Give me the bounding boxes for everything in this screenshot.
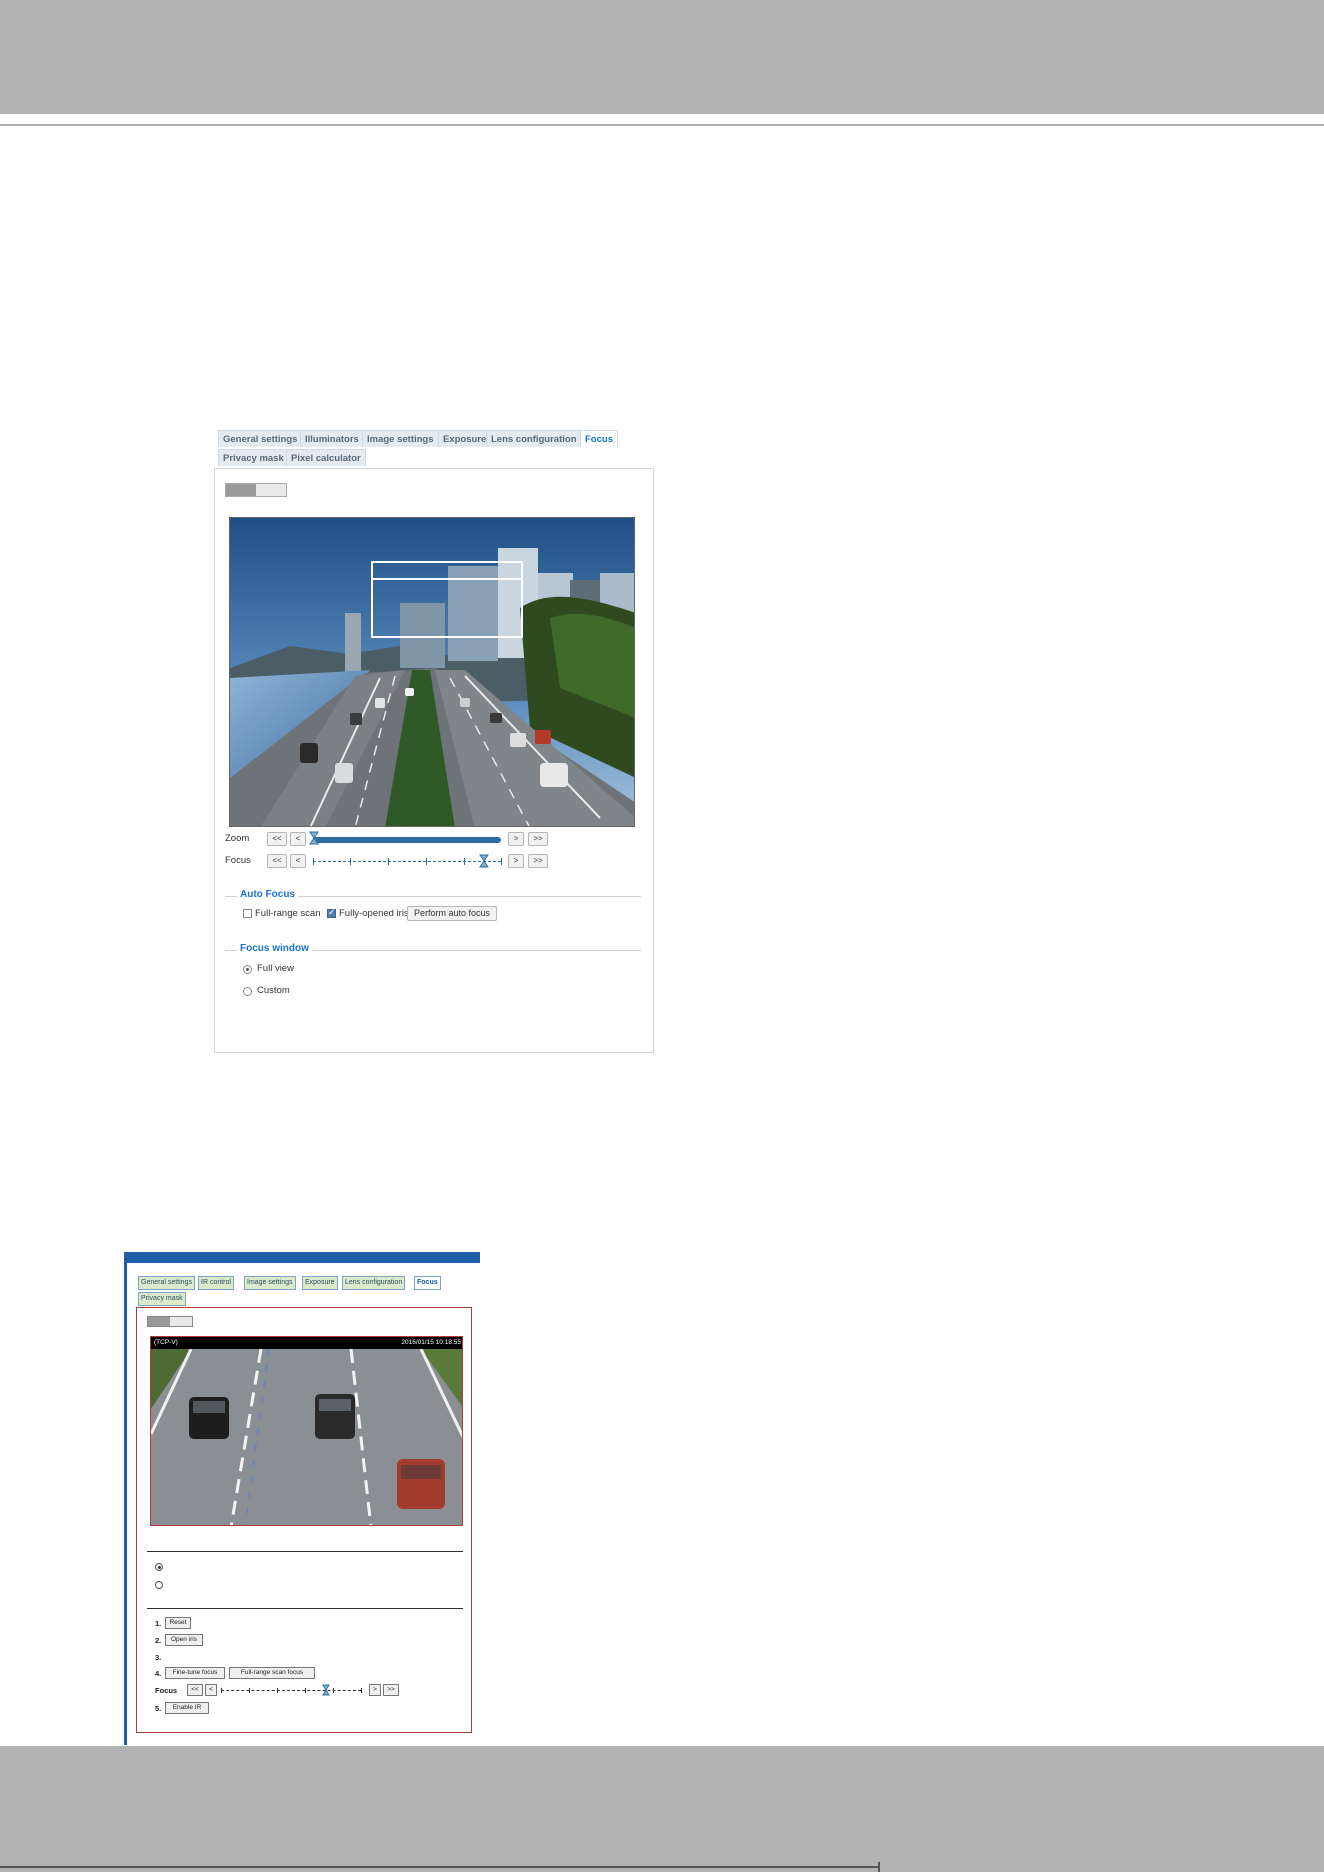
focus-slider[interactable] bbox=[221, 1690, 361, 1691]
custom-label: Custom bbox=[257, 985, 290, 996]
focus-panel: (TCP-V) 2016/01/15 10:18:55 1. Reset 2. … bbox=[136, 1307, 472, 1733]
stream-toggle[interactable] bbox=[225, 483, 287, 497]
page-footer bbox=[0, 1746, 1324, 1872]
fully-opened-iris-checkbox[interactable] bbox=[327, 907, 336, 918]
full-range-scan-focus-button[interactable]: Full-range scan focus bbox=[229, 1667, 315, 1679]
focus-window-divider bbox=[147, 1551, 463, 1552]
stream-1-button[interactable] bbox=[148, 1317, 170, 1326]
step-3-number: 3. bbox=[155, 1653, 162, 1662]
focus-settings-screenshot-2: General settings IR control Image settin… bbox=[124, 1252, 480, 1745]
fig2-title-bar bbox=[127, 1252, 480, 1263]
tab-image-settings[interactable]: Image settings bbox=[244, 1276, 296, 1290]
step-4-number: 4. bbox=[155, 1669, 162, 1678]
focus-far-button[interactable]: > bbox=[508, 854, 524, 868]
focus-tick bbox=[305, 1688, 306, 1693]
live-video-view[interactable]: (TCP-V) 2016/01/15 10:18:55 bbox=[150, 1336, 463, 1526]
focus-label: Focus bbox=[155, 1686, 178, 1695]
stream-toggle[interactable] bbox=[147, 1316, 193, 1327]
focus-tick bbox=[313, 858, 314, 865]
header-rule bbox=[0, 124, 1324, 126]
live-video-view[interactable] bbox=[229, 517, 635, 827]
fig2-left-border bbox=[124, 1252, 127, 1745]
tab-lens-configuration[interactable]: Lens configuration bbox=[342, 1276, 406, 1290]
tab-image-settings[interactable]: Image settings bbox=[362, 430, 439, 447]
zoom-slider[interactable] bbox=[313, 837, 501, 843]
custom-radio[interactable] bbox=[243, 987, 252, 996]
full-range-scan-checkbox[interactable] bbox=[243, 909, 252, 918]
video-overlay-protocol: (TCP-V) bbox=[154, 1339, 178, 1346]
zoom-tele-far-button[interactable]: >> bbox=[528, 832, 548, 846]
tab-general-settings[interactable]: General settings bbox=[218, 430, 303, 447]
tab-exposure[interactable]: Exposure bbox=[302, 1276, 338, 1290]
auto-focus-title: Auto Focus bbox=[237, 889, 298, 900]
focus-near-button[interactable]: < bbox=[290, 854, 306, 868]
focus-panel: Zoom << < > >> Focus << < > >> Auto Focu… bbox=[214, 468, 654, 1053]
focus-near-far-button[interactable]: << bbox=[267, 854, 287, 868]
tab-illuminators[interactable]: Illuminators bbox=[300, 430, 364, 447]
tab-general-settings[interactable]: General settings bbox=[138, 1276, 195, 1290]
focus-tick bbox=[221, 1688, 222, 1693]
focus-tick bbox=[464, 858, 465, 865]
focus-window-divider bbox=[371, 578, 523, 580]
zoom-slider-thumb[interactable] bbox=[309, 831, 319, 845]
focus-label: Focus bbox=[225, 855, 251, 866]
focus-near-far-button[interactable]: << bbox=[187, 1684, 203, 1696]
focus-far-button[interactable]: > bbox=[369, 1684, 381, 1696]
tab-focus[interactable]: Focus bbox=[414, 1276, 441, 1290]
enable-ir-button[interactable]: Enable IR bbox=[165, 1702, 209, 1714]
page-header bbox=[0, 0, 1324, 114]
zoom-wide-near-button[interactable]: < bbox=[290, 832, 306, 846]
tab-pixel-calculator[interactable]: Pixel calculator bbox=[286, 449, 366, 466]
fully-opened-iris-label: Fully-opened iris bbox=[339, 908, 409, 919]
tab-exposure[interactable]: Exposure bbox=[438, 430, 492, 447]
focus-slider-thumb[interactable] bbox=[479, 854, 489, 868]
focus-tick bbox=[388, 858, 389, 865]
focus-settings-screenshot-1: General settings Illuminators \ Image se… bbox=[214, 430, 654, 1053]
focus-far-far-button[interactable]: >> bbox=[383, 1684, 399, 1696]
tab-privacy-mask[interactable]: Privacy mask bbox=[218, 449, 289, 466]
tab-focus[interactable]: Focus bbox=[580, 430, 618, 447]
tab-bar: General settings Illuminators \ Image se… bbox=[218, 430, 638, 466]
full-view-radio[interactable] bbox=[155, 1563, 163, 1571]
focus-tick bbox=[333, 1688, 334, 1693]
focus-window-title: Focus window bbox=[237, 943, 312, 954]
zoom-wide-far-button[interactable]: << bbox=[267, 832, 287, 846]
focus-slider[interactable] bbox=[313, 861, 501, 862]
perform-auto-focus-button[interactable]: Perform auto focus bbox=[407, 906, 497, 921]
road-scene-image bbox=[151, 1349, 462, 1525]
focus-tick bbox=[249, 1688, 250, 1693]
focus-window-rectangle[interactable] bbox=[371, 561, 523, 638]
open-iris-button[interactable]: Open iris bbox=[165, 1634, 203, 1646]
stream-1-button[interactable] bbox=[226, 484, 256, 496]
full-view-radio[interactable] bbox=[243, 965, 252, 974]
fine-tune-focus-button[interactable]: Fine-tune focus bbox=[165, 1667, 225, 1679]
manual-focus-divider bbox=[147, 1608, 463, 1609]
focus-far-far-button[interactable]: >> bbox=[528, 854, 548, 868]
tab-ir-control[interactable]: IR control bbox=[198, 1276, 234, 1290]
tab-lens-configuration[interactable]: Lens configuration bbox=[486, 430, 582, 447]
focus-tick bbox=[361, 1688, 362, 1693]
tab-privacy-mask[interactable]: Privacy mask bbox=[138, 1292, 186, 1306]
custom-radio[interactable] bbox=[155, 1581, 163, 1589]
video-overlay-timestamp: 2016/01/15 10:18:55 bbox=[401, 1339, 461, 1346]
step-5-number: 5. bbox=[155, 1704, 162, 1713]
footer-rule bbox=[0, 1866, 880, 1868]
reset-button[interactable]: Reset bbox=[165, 1617, 191, 1629]
focus-tick bbox=[426, 858, 427, 865]
focus-tick bbox=[350, 858, 351, 865]
full-view-label: Full view bbox=[257, 963, 294, 974]
full-range-scan-label: Full-range scan bbox=[255, 908, 321, 919]
zoom-tele-near-button[interactable]: > bbox=[508, 832, 524, 846]
video-overlay-bar: (TCP-V) 2016/01/15 10:18:55 bbox=[151, 1337, 462, 1349]
focus-tick bbox=[277, 1688, 278, 1693]
zoom-label: Zoom bbox=[225, 833, 250, 844]
focus-near-button[interactable]: < bbox=[205, 1684, 217, 1696]
stream-2-button[interactable] bbox=[257, 484, 287, 496]
footer-tick bbox=[878, 1862, 880, 1872]
step-1-number: 1. bbox=[155, 1619, 162, 1628]
focus-tick bbox=[501, 858, 502, 865]
stream-2-button[interactable] bbox=[171, 1317, 193, 1326]
focus-slider-thumb[interactable] bbox=[322, 1684, 330, 1696]
step-2-number: 2. bbox=[155, 1636, 162, 1645]
